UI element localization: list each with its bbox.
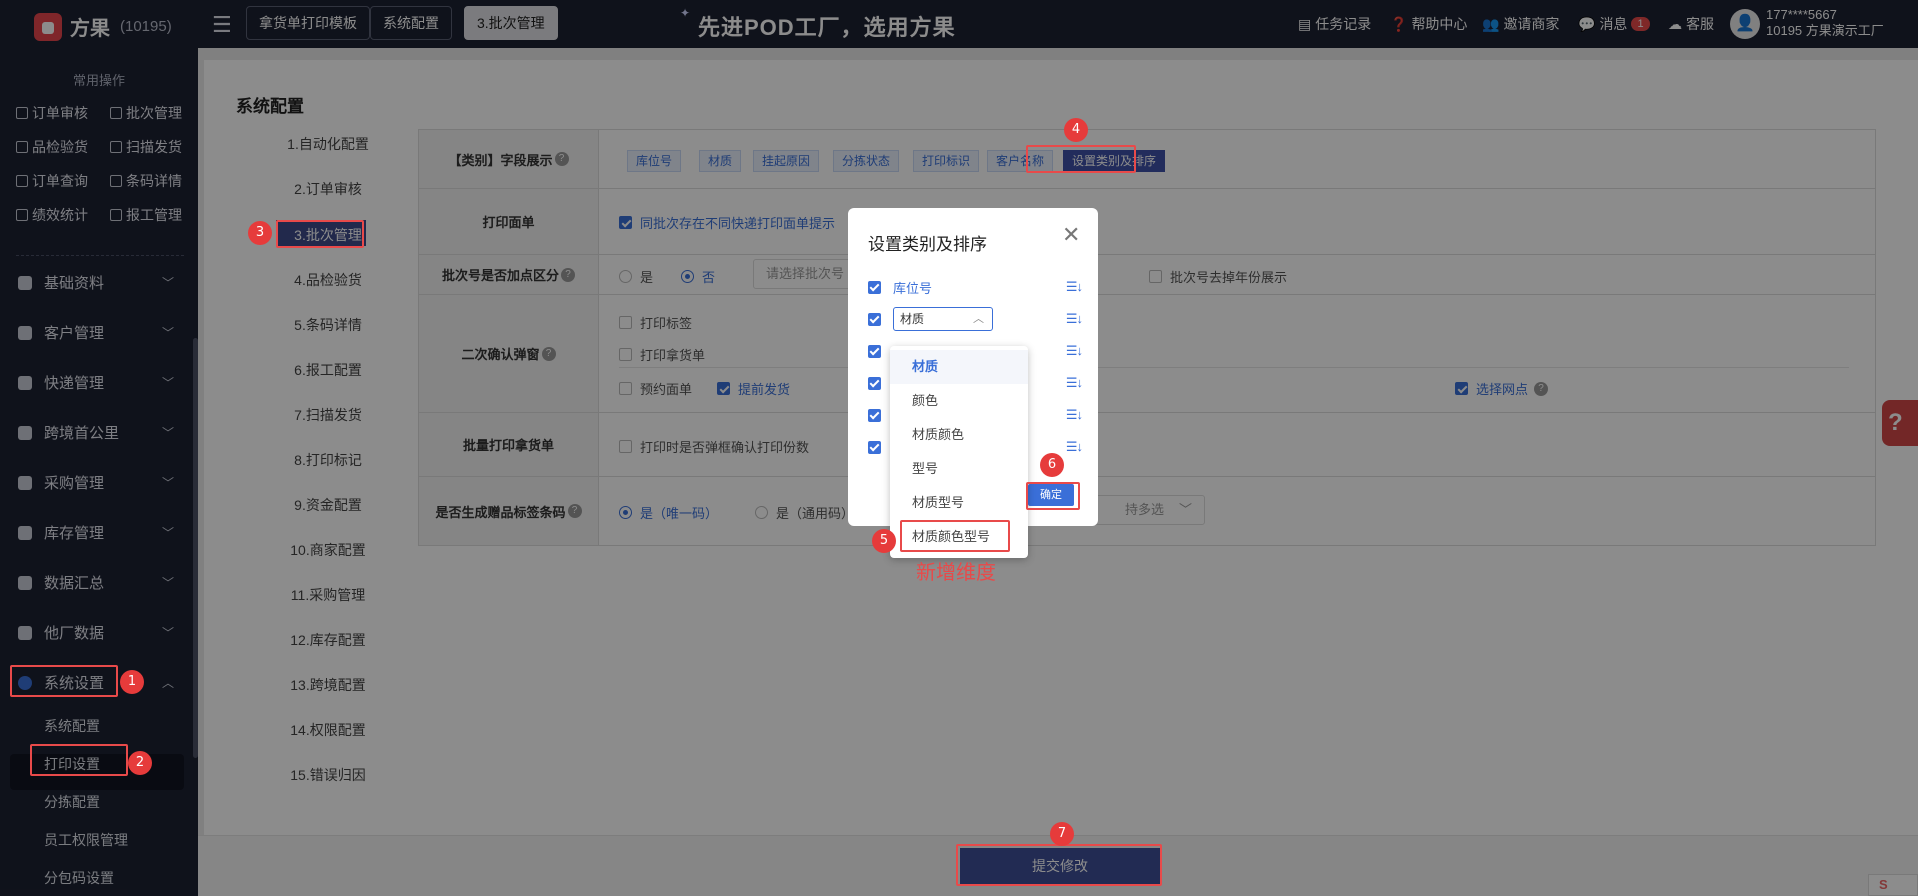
new-dimension-annotation: 新增维度	[916, 562, 996, 584]
dropdown-option-color[interactable]: 颜色	[890, 384, 1028, 418]
dropdown-option-material-color[interactable]: 材质颜色	[890, 418, 1028, 452]
checkbox-checked-icon[interactable]	[868, 312, 881, 326]
step-badge-1: 1	[120, 670, 144, 694]
dropdown-option-material[interactable]: 材质	[890, 350, 1028, 384]
highlight-system-settings	[10, 665, 118, 697]
sort-handle-icon[interactable]: ☰↓	[1066, 375, 1083, 391]
checkbox-checked-icon[interactable]	[868, 440, 881, 454]
sort-handle-icon[interactable]: ☰↓	[1066, 439, 1083, 455]
modal-title: 设置类别及排序	[868, 235, 987, 254]
step-badge-2: 2	[128, 751, 152, 775]
sort-handle-icon[interactable]: ☰↓	[1066, 407, 1083, 423]
step-badge-7: 7	[1050, 822, 1074, 846]
highlight-submit	[956, 844, 1162, 886]
chevron-up-icon: ︿	[973, 313, 984, 325]
close-icon[interactable]: ✕	[1062, 222, 1080, 248]
dropdown-option-model[interactable]: 型号	[890, 452, 1028, 486]
modal-row-location[interactable]: 库位号 ☰↓	[868, 276, 1083, 298]
dropdown-option-material-model[interactable]: 材质型号	[890, 486, 1028, 520]
sort-handle-icon[interactable]: ☰↓	[1066, 311, 1083, 327]
highlight-print-settings	[30, 744, 128, 776]
sort-handle-icon[interactable]: ☰↓	[1066, 279, 1083, 295]
modal-row-material[interactable]: 材质 ︿ ☰↓	[868, 307, 1083, 331]
highlight-new-option	[900, 520, 1010, 552]
highlight-confirm	[1026, 482, 1080, 510]
highlight-batch-nav	[276, 220, 364, 248]
step-badge-4: 4	[1064, 118, 1088, 142]
sort-handle-icon[interactable]: ☰↓	[1066, 343, 1083, 359]
step-badge-6: 6	[1040, 453, 1064, 477]
step-badge-5: 5	[872, 529, 896, 553]
highlight-set-category-button	[1026, 145, 1136, 173]
checkbox-checked-icon[interactable]	[868, 408, 881, 422]
checkbox-checked-icon[interactable]	[868, 280, 881, 294]
step-badge-3: 3	[248, 221, 272, 245]
dimension-select[interactable]: 材质 ︿	[893, 307, 993, 331]
checkbox-checked-icon[interactable]	[868, 344, 881, 358]
checkbox-checked-icon[interactable]	[868, 376, 881, 390]
